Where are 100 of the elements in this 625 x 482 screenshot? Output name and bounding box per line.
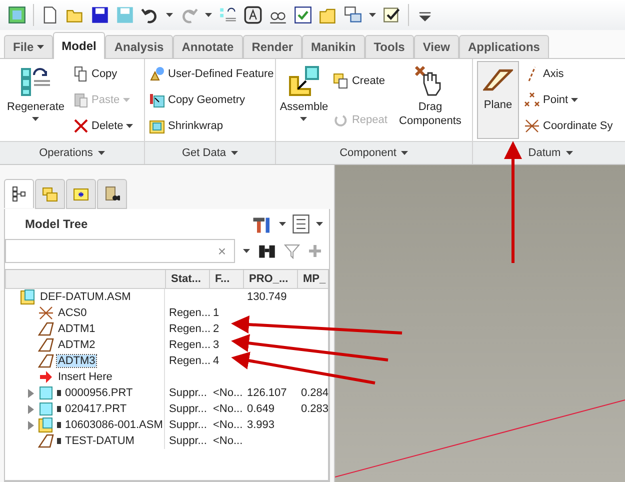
table-cell-text: <No...	[212, 419, 243, 431]
column-header[interactable]: F...	[209, 270, 243, 288]
ribbon-tab[interactable]: Render	[242, 35, 302, 58]
dropdown-caret-icon[interactable]	[300, 117, 308, 121]
ribbon-tab[interactable]: Model	[52, 32, 106, 59]
regenerate-icon[interactable]	[219, 6, 237, 24]
ribbon-tab[interactable]: Analysis	[105, 35, 173, 58]
assembly-icon	[20, 289, 36, 305]
ribbon-button[interactable]: Shrinkwrap	[149, 118, 274, 134]
group-label[interactable]: Get Data	[145, 141, 275, 164]
ribbon-button[interactable]: Copy	[72, 66, 134, 82]
dropdown-caret-icon[interactable]	[98, 151, 105, 155]
point-icon	[524, 92, 540, 108]
window-check-icon[interactable]	[294, 6, 312, 24]
dropdown-caret-icon[interactable]	[401, 151, 408, 155]
clipboard-icon	[72, 92, 88, 108]
datum-plane-icon	[38, 354, 54, 368]
dropdown-caret-icon[interactable]	[36, 45, 44, 49]
ribbon-button[interactable]: Create	[332, 72, 388, 88]
tree-item[interactable]: DEF-DATUM.ASM	[39, 291, 132, 303]
tree-item[interactable]: 0000956.PRT	[64, 387, 134, 399]
dropdown-caret-icon[interactable]	[231, 151, 238, 155]
column-header[interactable]: MP_	[297, 270, 328, 288]
tree-item[interactable]: ADTM3	[57, 355, 96, 367]
datum-plane-icon	[38, 434, 54, 448]
ribbon-tab[interactable]: Annotate	[172, 35, 243, 58]
ribbon-button[interactable]: Copy Geometry	[149, 92, 274, 108]
dropdown-caret-icon[interactable]	[126, 124, 134, 128]
ribbon-button[interactable]: Plane	[477, 61, 519, 139]
ribbon-button[interactable]: Assemble	[280, 61, 328, 139]
expand-arrow-icon[interactable]	[27, 420, 35, 430]
ribbon-button[interactable]: Axis	[524, 66, 613, 82]
new-file-icon[interactable]	[41, 6, 59, 24]
shrinkwrap-icon	[149, 118, 165, 134]
dropdown-caret-icon[interactable]	[369, 13, 376, 17]
binoculars-icon[interactable]	[258, 243, 276, 259]
ribbon-button[interactable]: Regenerate	[4, 61, 68, 139]
part-icon	[38, 385, 54, 401]
ribbon-button[interactable]: Point	[524, 92, 613, 108]
insert-arrow-icon	[38, 369, 54, 385]
ribbon-button[interactable]: Coordinate Sy	[524, 118, 613, 134]
create-icon	[332, 72, 349, 88]
tree-item[interactable]: 10603086-001.ASM	[64, 419, 164, 431]
list-settings-icon[interactable]	[292, 214, 310, 234]
table-cell-text: Regen...	[168, 339, 209, 351]
ribbon-tab[interactable]: Manikin	[302, 35, 365, 58]
table-cell-text: 2	[212, 323, 220, 335]
tree-item[interactable]: ACS0	[57, 307, 88, 319]
navigator-tab[interactable]	[4, 179, 34, 208]
filter-icon[interactable]	[284, 243, 300, 259]
tree-item[interactable]: TEST-DATUM	[64, 435, 136, 447]
table-cell-text: 4	[212, 355, 220, 367]
column-header[interactable]: PRO_...	[243, 270, 297, 288]
star-folder-icon	[73, 186, 89, 202]
column-header[interactable]: Stat...	[165, 270, 209, 288]
undo-icon[interactable]	[141, 6, 159, 24]
table-cell-text: Suppr...	[168, 435, 208, 447]
app-icon[interactable]	[8, 6, 26, 24]
windows-icon[interactable]	[344, 6, 362, 24]
expand-arrow-icon[interactable]	[27, 404, 35, 414]
expand-arrow-icon[interactable]	[27, 388, 35, 398]
search-field[interactable]: ×	[5, 239, 235, 263]
dropdown-caret-icon[interactable]	[32, 117, 40, 121]
dropdown-caret-icon[interactable]	[279, 222, 286, 226]
ribbon-tab[interactable]: View	[414, 35, 459, 58]
table-cell-text: Regen...	[168, 307, 209, 319]
tree-item[interactable]: 020417.PRT	[64, 403, 128, 415]
ribbon-button[interactable]: Delete	[72, 118, 134, 134]
udf-icon	[149, 66, 165, 82]
coordinate-system-icon	[524, 118, 540, 134]
text-box-icon[interactable]	[244, 6, 262, 24]
dropdown-caret-icon[interactable]	[166, 13, 173, 17]
copy-geometry-icon	[149, 92, 165, 108]
assembly-icon	[38, 417, 54, 433]
clear-button[interactable]: ×	[218, 243, 226, 259]
dropdown-caret-icon[interactable]	[243, 249, 250, 253]
save-icon[interactable]	[91, 6, 109, 24]
ribbon-button[interactable]: User-Defined Feature	[149, 66, 274, 82]
datum-plane-icon	[38, 338, 54, 352]
ribbon-tab[interactable]: Tools	[364, 35, 414, 58]
table-cell-text: 0.283	[300, 403, 329, 415]
group-label[interactable]: Datum	[473, 141, 625, 164]
ribbon-button[interactable]: Drag Components	[392, 61, 468, 139]
group-label[interactable]: Component	[276, 141, 472, 164]
dropdown-caret-icon[interactable]	[316, 222, 323, 226]
table-cell-text: 0.284	[300, 387, 329, 399]
dropdown-caret-icon[interactable]	[205, 13, 212, 17]
tree-item[interactable]: ADTM2	[57, 339, 96, 351]
tree-item[interactable]: ADTM1	[57, 323, 96, 335]
dropdown-caret-icon[interactable]	[566, 151, 573, 155]
ribbon-tab[interactable]: File	[4, 35, 53, 58]
cabinet-binoculars-icon	[104, 186, 120, 202]
folder-icon[interactable]	[319, 6, 337, 24]
table-cell-text: 1	[212, 307, 220, 319]
ribbon-tab[interactable]: Applications	[458, 35, 549, 58]
dropdown-caret-icon[interactable]	[571, 98, 578, 102]
navigator-tab[interactable]	[97, 179, 127, 209]
tree-item[interactable]: Insert Here	[57, 371, 114, 383]
group-label[interactable]: Operations	[0, 141, 144, 164]
checklist-icon[interactable]	[383, 6, 401, 24]
